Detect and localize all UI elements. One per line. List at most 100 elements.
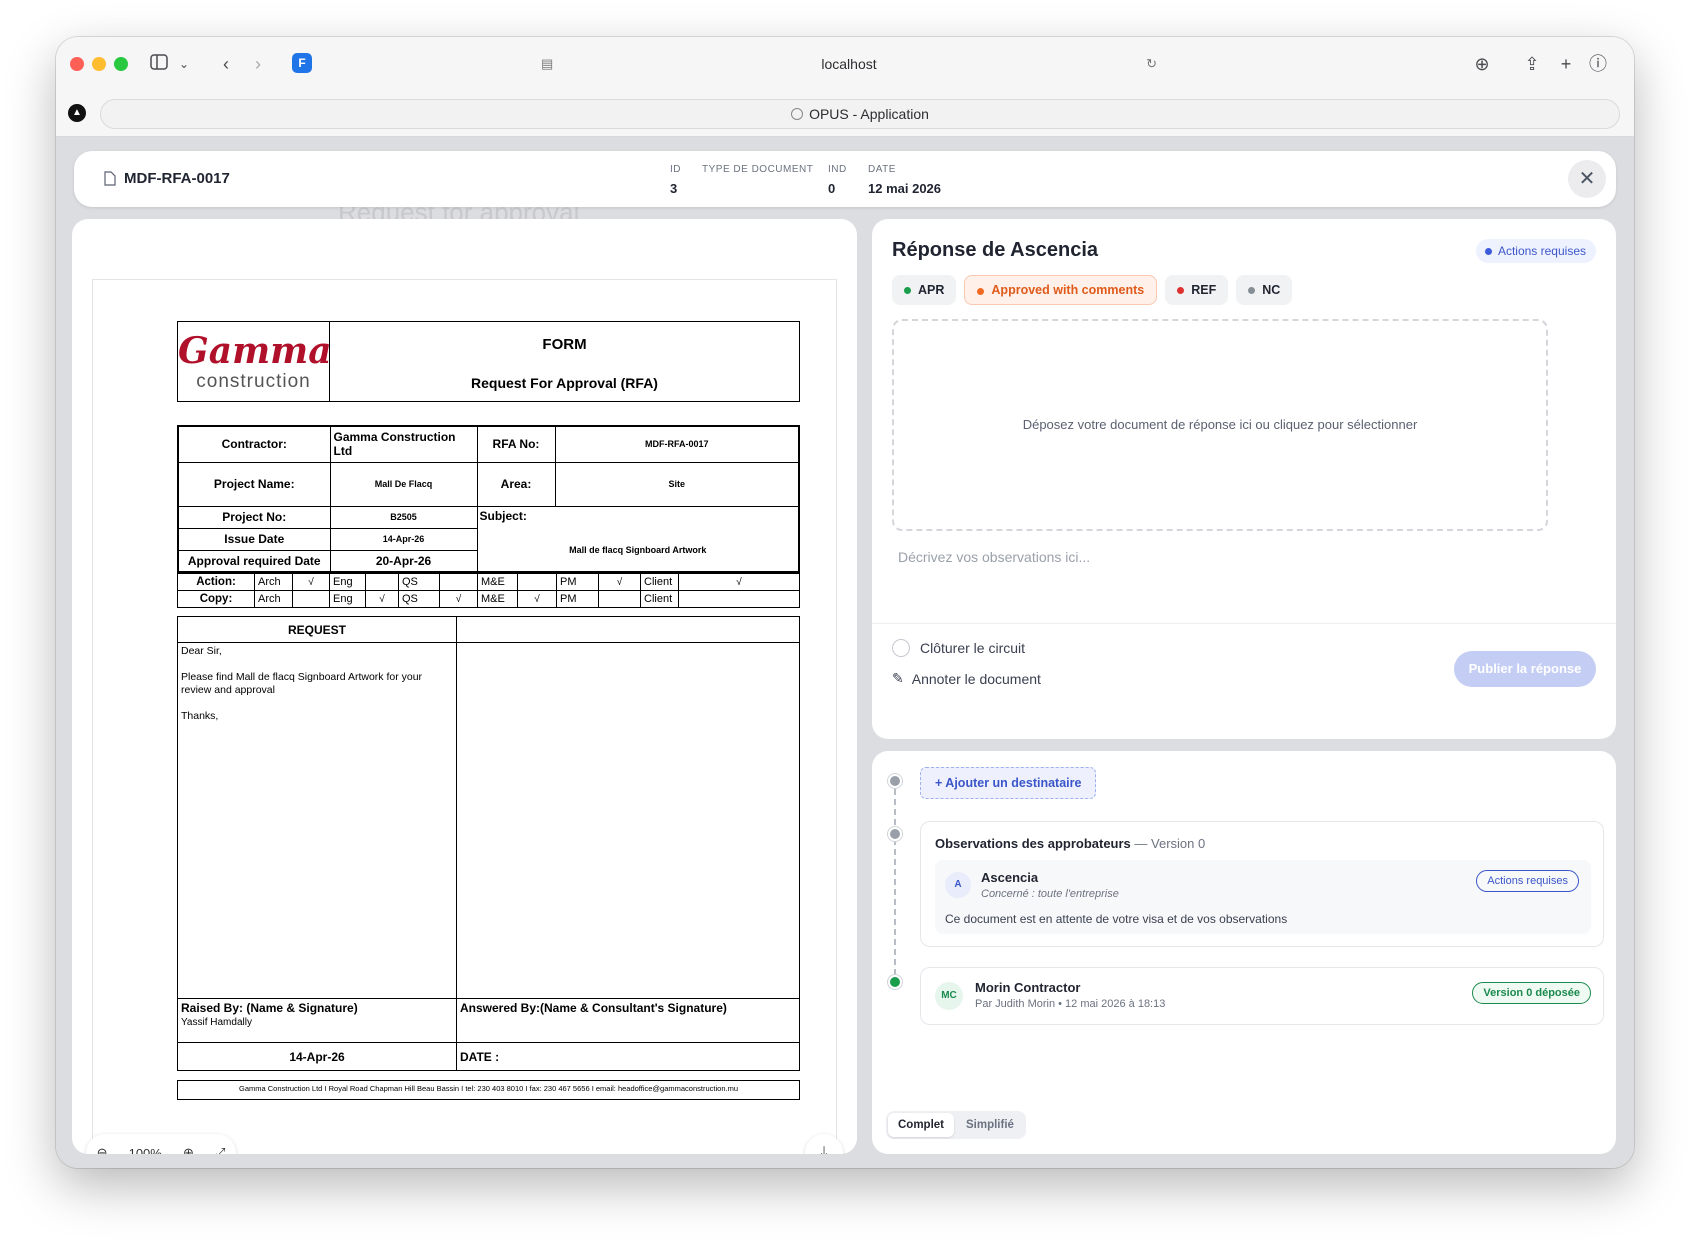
meta-value: 12 mai 2026: [868, 181, 942, 196]
project-no-label: Project No:: [177, 505, 331, 529]
view-mode-complete[interactable]: Complet: [888, 1113, 954, 1137]
document-code: MDF-RFA-0017: [104, 170, 230, 187]
subject-value: Mall de flacq Signboard Artwork: [569, 544, 707, 555]
observations-input[interactable]: Décrivez vos observations ici...: [898, 549, 1090, 565]
contractor-value: Gamma Construction Ltd: [329, 425, 478, 463]
sidebar-toggle-icon[interactable]: [148, 52, 170, 76]
publish-response-button[interactable]: Publier la réponse: [1454, 651, 1596, 687]
zoom-controls: ⊖ 100% ⊕ ⤢: [86, 1134, 236, 1154]
app-favicon-icon[interactable]: F: [292, 53, 312, 73]
close-button[interactable]: ✕: [1568, 160, 1606, 198]
zoom-level: 100%: [128, 1145, 162, 1155]
timeline-panel: + Ajouter un destinataire Observations d…: [872, 751, 1616, 1154]
check-cell: √: [517, 590, 557, 608]
url-bar[interactable]: localhost ▤ ↻: [529, 49, 1169, 79]
tab-title: OPUS - Application: [809, 106, 929, 122]
option-nc[interactable]: NC: [1236, 275, 1293, 305]
role-cell: QS: [398, 590, 440, 608]
share-icon[interactable]: ⇪: [1522, 52, 1542, 76]
response-title: Réponse de Ascencia: [892, 239, 1099, 261]
meta-ind: IND 0: [828, 164, 847, 196]
submission-detail: Par Judith Morin • 12 mai 2026 à 18:13: [975, 998, 1166, 1010]
check-cell: √: [292, 573, 330, 591]
status-badge: Actions requises: [1475, 239, 1596, 263]
tab-opus[interactable]: OPUS - Application: [100, 99, 1620, 129]
zoom-out-icon[interactable]: ⊖: [97, 1145, 108, 1154]
document-header: MDF-RFA-0017 ID 3 TYPE DE DOCUMENT IND 0 D…: [74, 151, 1616, 207]
check-cell: [439, 573, 478, 591]
form-title: FORM: [542, 336, 587, 353]
reload-icon[interactable]: ↻: [1146, 49, 1157, 79]
meta-label: DATE: [868, 164, 896, 175]
submission-status-badge: Version 0 déposée: [1472, 982, 1591, 1004]
close-icon: ✕: [1578, 168, 1596, 190]
form-subtitle: Request For Approval (RFA): [471, 375, 658, 391]
copy-label: Copy:: [177, 590, 255, 608]
form-header-table: Gamma construction FORM Request For Appr…: [177, 321, 800, 402]
timeline-line: [894, 779, 896, 975]
approval-date-value: 20-Apr-26: [329, 549, 478, 573]
zoom-in-icon[interactable]: ⊕: [183, 1145, 194, 1154]
timeline-dot-active: [888, 975, 902, 989]
tab-favicon-icon: [791, 108, 804, 120]
document-icon: [104, 171, 116, 186]
close-circuit-radio[interactable]: [892, 639, 910, 657]
distribution-table: Action: Arch √ Eng QS M&E PM √ Client √ Cop…: [177, 573, 800, 608]
project-name-value: Mall De Flacq: [329, 461, 478, 507]
fullscreen-icon[interactable]: ⤢: [215, 1145, 225, 1154]
date-label: DATE :: [456, 1042, 800, 1071]
form-details-table: Contractor: Gamma Construction Ltd RFA N…: [177, 425, 800, 573]
option-approved-with-comments[interactable]: Approved with comments: [964, 275, 1158, 305]
check-cell: [365, 573, 399, 591]
check-cell: [517, 573, 557, 591]
meta-doc-type: TYPE DE DOCUMENT: [702, 164, 813, 181]
forward-icon[interactable]: ›: [248, 52, 268, 76]
extension-icon[interactable]: ▲: [68, 104, 86, 122]
minimize-window-button[interactable]: [92, 57, 106, 71]
approver-status-badge: Actions requises: [1476, 870, 1579, 892]
back-icon[interactable]: ‹: [216, 52, 236, 76]
approver-entry: A Ascencia Concerné : toute l'entreprise…: [935, 860, 1591, 934]
avatar: MC: [935, 982, 963, 1010]
request-header: REQUEST: [177, 616, 457, 643]
request-salutation: Dear Sir,: [181, 645, 222, 657]
chevron-down-icon[interactable]: ⌄: [176, 52, 192, 76]
logo-word: Gamma: [178, 329, 332, 372]
option-apr[interactable]: APR: [892, 275, 957, 305]
role-cell: Client: [640, 573, 679, 591]
timeline-dot: [888, 774, 902, 788]
rfa-no-label: RFA No:: [476, 425, 556, 463]
meta-label: ID: [670, 164, 681, 175]
project-name-label: Project Name:: [177, 461, 331, 507]
submission-card: MC Morin Contractor Par Judith Morin • 1…: [920, 967, 1604, 1025]
page-info-icon: ▤: [541, 56, 554, 71]
role-cell: PM: [556, 590, 599, 608]
observations-heading: Observations des approbateurs — Version …: [935, 836, 1205, 851]
add-recipient-button[interactable]: + Ajouter un destinataire: [920, 767, 1097, 799]
downloads-icon[interactable]: ⊕: [1470, 52, 1494, 76]
view-mode-toggle: Complet Simplifié: [886, 1111, 1026, 1139]
action-row: Action: Arch √ Eng QS M&E PM √ Client √: [177, 573, 800, 591]
close-window-button[interactable]: [70, 57, 84, 71]
check-cell: [678, 590, 800, 608]
observations-version: — Version 0: [1130, 836, 1206, 851]
check-cell: [598, 590, 641, 608]
new-tab-icon[interactable]: +: [1556, 52, 1576, 76]
annotate-document-link[interactable]: ✎ Annoter le document: [892, 670, 1041, 687]
copy-row: Copy: Arch Eng √ QS √ M&E √ PM Client: [177, 590, 800, 608]
close-circuit-label: Clôturer le circuit: [920, 640, 1026, 656]
title-bar: ⌄ ‹ › F localhost ▤ ↻ ⊕ ⇪ + ⓘ: [56, 37, 1634, 91]
option-ref[interactable]: REF: [1165, 275, 1229, 305]
document-code-text: MDF-RFA-0017: [124, 170, 230, 187]
info-icon[interactable]: ⓘ: [1588, 52, 1608, 76]
check-cell: √: [439, 590, 478, 608]
tab-bar: ▲ OPUS - Application: [56, 91, 1634, 137]
raised-by-label: Raised By: (Name & Signature): [181, 1001, 358, 1015]
request-body: Please find Mall de flacq Signboard Artw…: [181, 671, 423, 696]
close-circuit-option[interactable]: Clôturer le circuit: [892, 639, 1025, 657]
view-mode-simplified[interactable]: Simplifié: [956, 1113, 1024, 1137]
zoom-window-button[interactable]: [114, 57, 128, 71]
approver-message: Ce document est en attente de votre visa…: [945, 912, 1288, 926]
response-dropzone[interactable]: Déposez votre document de réponse ici ou…: [892, 319, 1548, 531]
raised-by-value: Yassif Hamdally: [181, 1017, 252, 1028]
